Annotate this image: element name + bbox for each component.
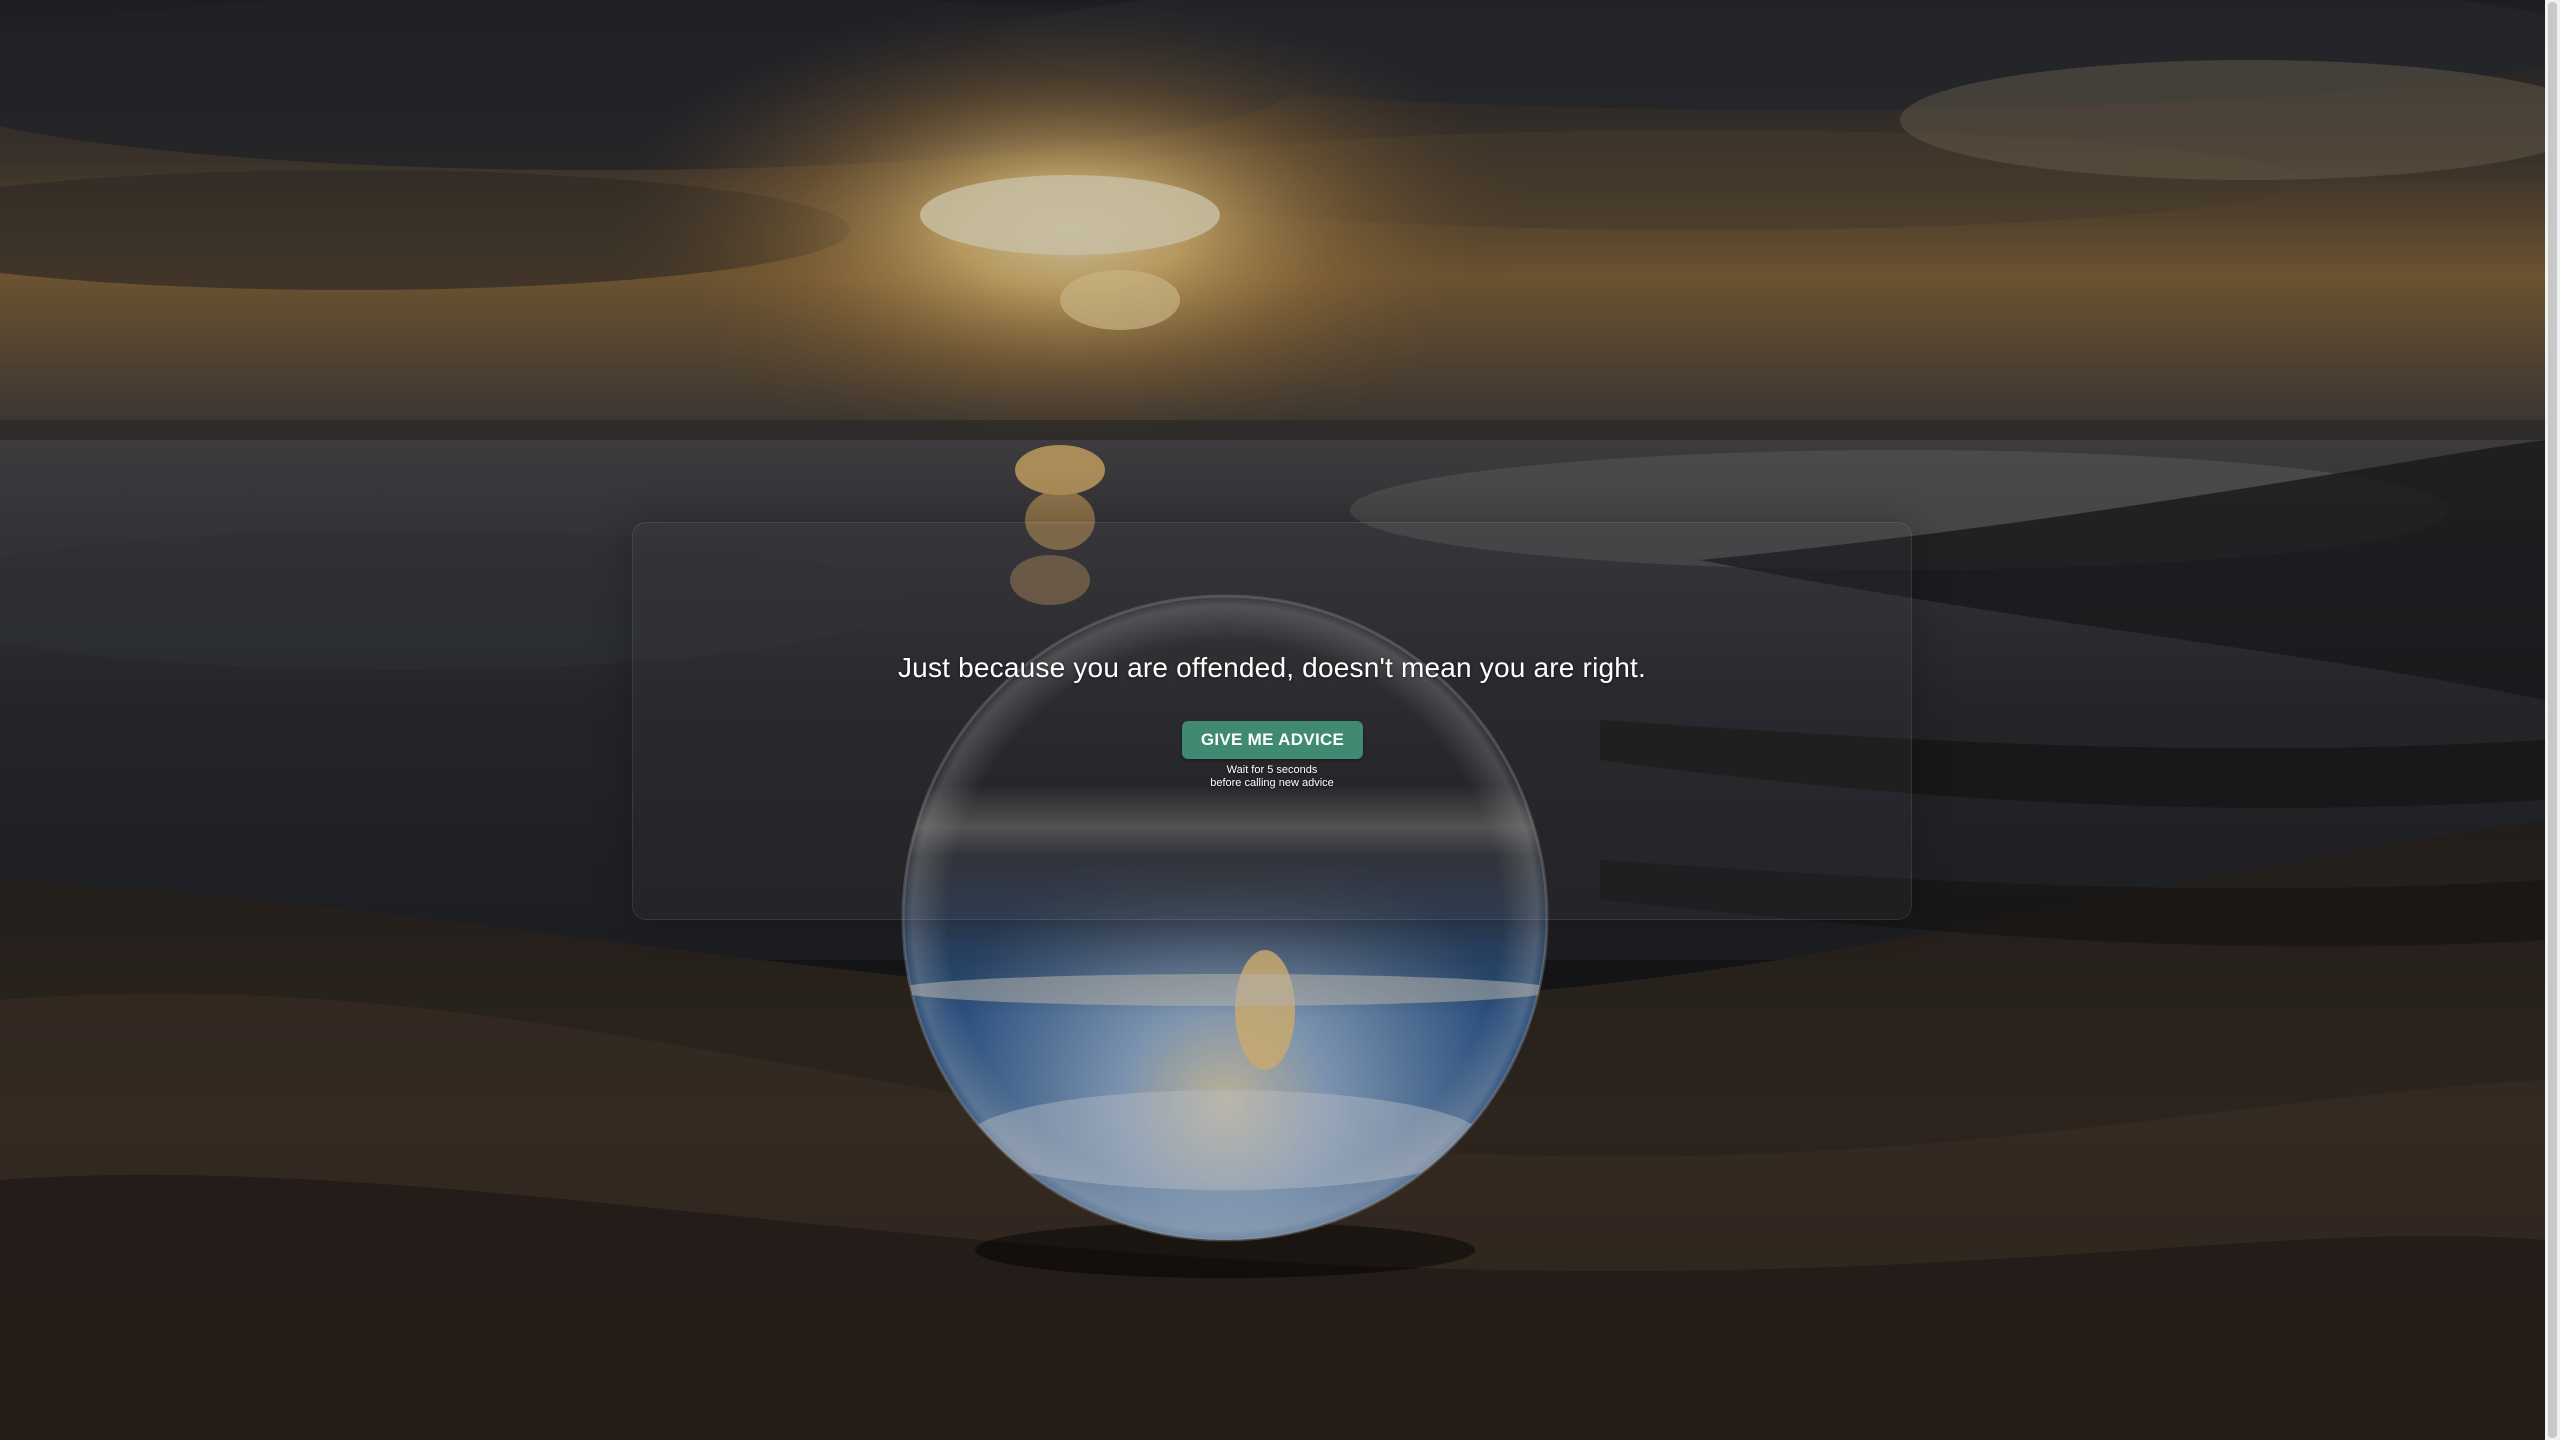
scrollbar-thumb[interactable] — [2548, 2, 2557, 1438]
give-me-advice-button[interactable]: GIVE ME ADVICE — [1182, 721, 1363, 759]
wait-note-line2: before calling new advice — [1210, 777, 1334, 789]
page-viewport: Just because you are offended, doesn't m… — [0, 0, 2545, 1440]
vertical-scrollbar[interactable] — [2545, 0, 2560, 1440]
wait-note-line1: Wait for 5 seconds — [1226, 764, 1318, 776]
wait-note: Wait for 5 seconds before calling new ad… — [1172, 764, 1372, 790]
advice-text: Just because you are offended, doesn't m… — [897, 652, 1647, 683]
